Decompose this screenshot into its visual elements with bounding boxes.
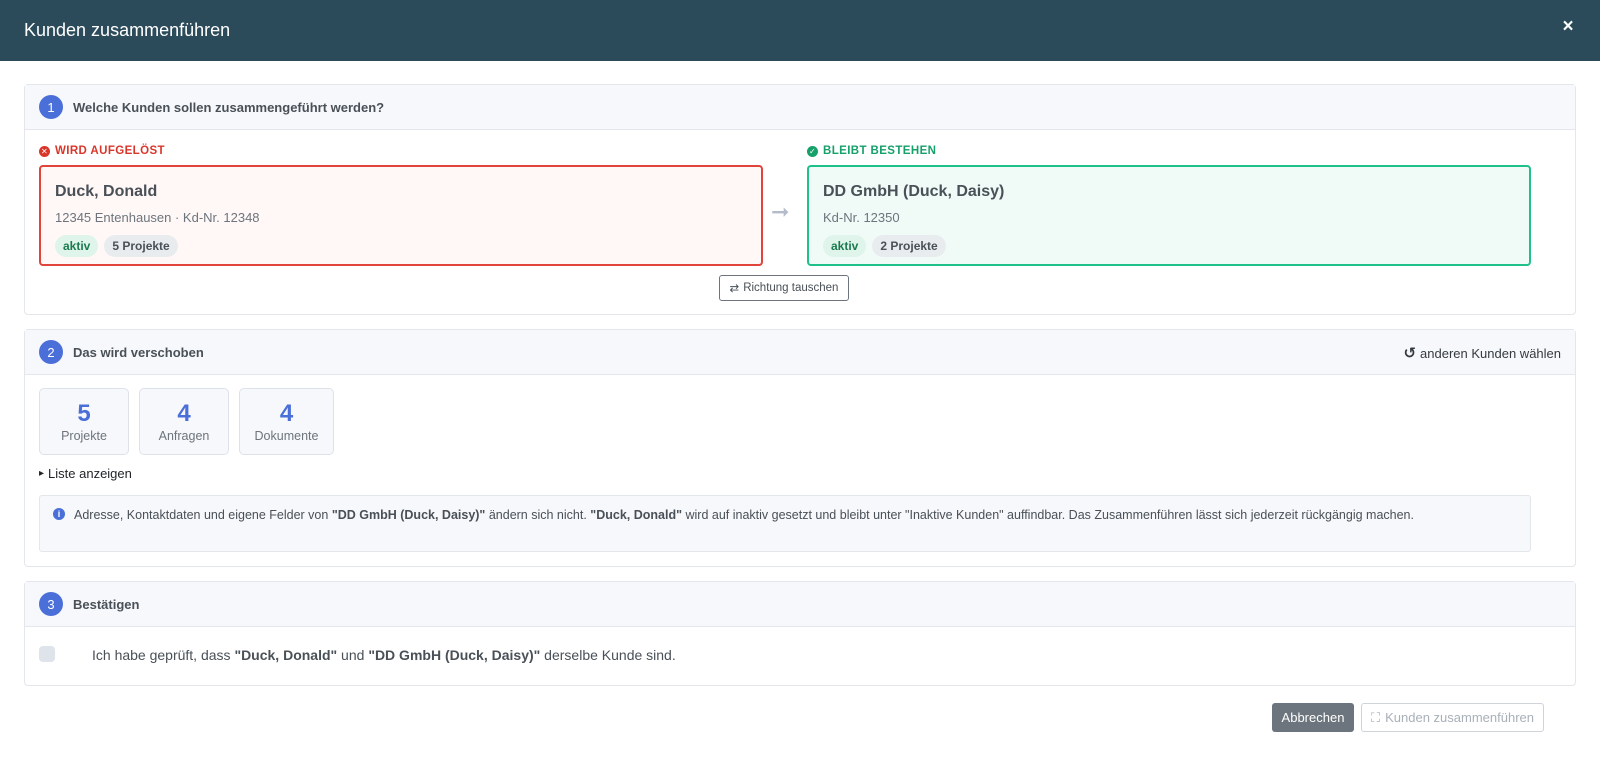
x-circle-icon: ✕ bbox=[39, 145, 50, 157]
dissolve-label: ✕ WIRD AUFGELÖST bbox=[39, 145, 165, 157]
stat-requests: 4 Anfragen bbox=[139, 388, 229, 455]
info-icon: i bbox=[53, 508, 65, 520]
info-text-1: Adresse, Kontaktdaten und eigene Felder … bbox=[74, 508, 332, 522]
step-3-header: 3 Bestätigen bbox=[25, 582, 1575, 627]
stat-documents-label: Dokumente bbox=[254, 428, 319, 443]
step-2-title: Das wird verschoben bbox=[73, 344, 204, 360]
target-status-badge: aktiv bbox=[823, 235, 867, 257]
info-text-2: ändern sich nicht. bbox=[485, 508, 591, 522]
check-circle-icon: ✓ bbox=[807, 145, 818, 157]
show-list-label: Liste anzeigen bbox=[48, 466, 132, 481]
step-3-number: 3 bbox=[39, 592, 63, 616]
swap-icon: ⇄ bbox=[729, 283, 740, 295]
caret-right-icon: ▸ bbox=[39, 468, 45, 479]
target-customer-card: DD GmbH (Duck, Daisy) Kd-Nr. 12350 aktiv… bbox=[807, 165, 1531, 266]
confirm-text-3: derselbe Kunde sind. bbox=[540, 647, 676, 663]
step-1-title: Welche Kunden sollen zusammengeführt wer… bbox=[73, 99, 385, 115]
info-text-3: wird auf inaktiv gesetzt und bleibt unte… bbox=[682, 508, 1414, 522]
stat-documents: 4 Dokumente bbox=[239, 388, 334, 455]
merge-customers-label: Kunden zusammenführen bbox=[1385, 710, 1534, 725]
show-list-toggle[interactable]: ▸ Liste anzeigen bbox=[39, 466, 132, 481]
confirm-text-1: Ich habe geprüft, dass bbox=[92, 647, 235, 663]
modal-title: Kunden zusammenführen bbox=[24, 20, 231, 40]
step-1-number: 1 bbox=[39, 95, 63, 119]
target-customer-meta: Kd-Nr. 12350 bbox=[823, 210, 900, 225]
info-box: i Adresse, Kontaktdaten und eigene Felde… bbox=[39, 495, 1531, 552]
info-target-name: "DD GmbH (Duck, Daisy)" bbox=[331, 508, 486, 522]
modal-header: Kunden zusammenführen × bbox=[0, 0, 1600, 61]
step-2-header: 2 Das wird verschoben ↺ anderen Kunden w… bbox=[25, 330, 1575, 375]
stat-requests-value: 4 bbox=[177, 399, 191, 427]
cancel-button[interactable]: Abbrechen bbox=[1272, 703, 1354, 732]
confirm-checkbox[interactable] bbox=[39, 646, 55, 662]
step-2-number: 2 bbox=[39, 340, 63, 364]
merge-customers-button[interactable]: ⛶ Kunden zusammenführen bbox=[1361, 703, 1544, 732]
keep-label-text: BLEIBT BESTEHEN bbox=[823, 145, 937, 157]
source-customer-meta: 12345 Entenhausen · Kd-Nr. 12348 bbox=[55, 210, 260, 225]
stat-requests-label: Anfragen bbox=[158, 428, 210, 443]
source-customer-card: Duck, Donald 12345 Entenhausen · Kd-Nr. … bbox=[39, 165, 763, 266]
stat-projects-value: 5 bbox=[77, 399, 91, 427]
merge-icon: ⛶ bbox=[1371, 709, 1381, 725]
source-projects-badge: 5 Projekte bbox=[104, 235, 178, 257]
swap-direction-button[interactable]: ⇄ Richtung tauschen bbox=[719, 275, 849, 301]
confirm-text: Ich habe geprüft, dass "Duck, Donald" un… bbox=[92, 647, 676, 663]
step-2-card: 2 Das wird verschoben ↺ anderen Kunden w… bbox=[24, 329, 1576, 567]
target-projects-badge: 2 Projekte bbox=[872, 235, 946, 257]
undo-icon: ↺ bbox=[1403, 345, 1417, 362]
source-status-badge: aktiv bbox=[55, 235, 99, 257]
arrow-right-icon: ➞ bbox=[771, 199, 790, 224]
step-1-card: 1 Welche Kunden sollen zusammengeführt w… bbox=[24, 84, 1576, 315]
stat-projects: 5 Projekte bbox=[39, 388, 129, 455]
source-customer-name: Duck, Donald bbox=[55, 183, 158, 200]
stat-documents-value: 4 bbox=[279, 399, 294, 427]
stat-projects-label: Projekte bbox=[61, 428, 107, 443]
step-3-card: 3 Bestätigen Ich habe geprüft, dass "Duc… bbox=[24, 581, 1576, 686]
info-source-name: "Duck, Donald" bbox=[590, 508, 683, 522]
confirm-source-name: "Duck, Donald" bbox=[234, 647, 338, 663]
step-3-title: Bestätigen bbox=[73, 596, 140, 612]
swap-direction-label: Richtung tauschen bbox=[743, 282, 839, 294]
reselect-customer-link[interactable]: ↺ anderen Kunden wählen bbox=[1403, 344, 1561, 362]
keep-label: ✓ BLEIBT BESTEHEN bbox=[807, 145, 936, 157]
dissolve-label-text: WIRD AUFGELÖST bbox=[55, 145, 165, 157]
close-icon[interactable]: × bbox=[1558, 17, 1578, 37]
reselect-customer-label: anderen Kunden wählen bbox=[1420, 345, 1561, 361]
target-customer-name: DD GmbH (Duck, Daisy) bbox=[823, 183, 1005, 200]
confirm-text-2: und bbox=[337, 647, 369, 663]
confirm-target-name: "DD GmbH (Duck, Daisy)" bbox=[368, 647, 541, 663]
step-1-header: 1 Welche Kunden sollen zusammengeführt w… bbox=[25, 85, 1575, 130]
